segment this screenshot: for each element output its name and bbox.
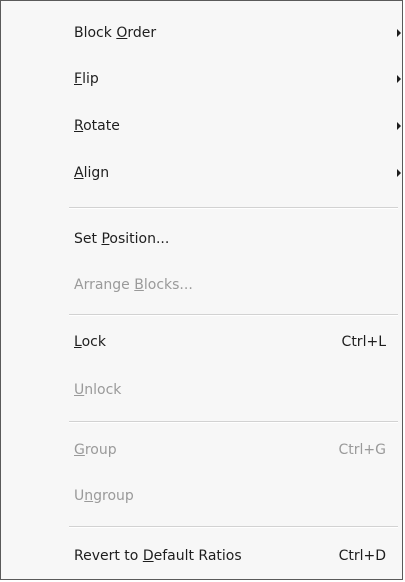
menu-item-label: Arrange Blocks...: [74, 277, 193, 293]
menu-item-flip[interactable]: Flip: [1, 59, 402, 99]
menu-item-label: Lock: [74, 334, 106, 350]
submenu-arrow-icon: [397, 169, 401, 177]
menu-item-shortcut: Ctrl+D: [338, 548, 386, 564]
menu-separator: [69, 526, 398, 528]
menu-item-set-position[interactable]: Set Position...: [1, 219, 402, 259]
menu-item-revert-to-default-ratios[interactable]: Revert to Default Ratios Ctrl+D: [1, 536, 402, 576]
menu-item-label: Revert to Default Ratios: [74, 548, 242, 564]
menu-item-group: Group Ctrl+G: [1, 430, 402, 470]
menu-item-rotate[interactable]: Rotate: [1, 106, 402, 146]
menu-separator: [69, 207, 398, 209]
menu-item-ungroup: Ungroup: [1, 476, 402, 516]
menu-item-block-order[interactable]: Block Order: [1, 13, 402, 53]
menu-item-label: Unlock: [74, 382, 122, 398]
context-menu: Block Order Flip Rotate Align Set Positi…: [0, 0, 403, 580]
menu-item-label: Ungroup: [74, 488, 134, 504]
menu-separator: [69, 314, 398, 316]
submenu-arrow-icon: [397, 29, 401, 37]
menu-item-unlock: Unlock: [1, 370, 402, 410]
menu-separator: [69, 421, 398, 423]
menu-item-label: Align: [74, 165, 110, 181]
menu-item-shortcut: Ctrl+G: [338, 442, 387, 458]
menu-item-label: Set Position...: [74, 231, 170, 247]
menu-item-label: Group: [74, 442, 117, 458]
menu-item-arrange-blocks: Arrange Blocks...: [1, 265, 402, 305]
menu-item-label: Block Order: [74, 25, 157, 41]
submenu-arrow-icon: [397, 122, 401, 130]
submenu-arrow-icon: [397, 75, 401, 83]
menu-item-shortcut: Ctrl+L: [341, 334, 386, 350]
menu-item-align[interactable]: Align: [1, 153, 402, 193]
menu-item-lock[interactable]: Lock Ctrl+L: [1, 322, 402, 362]
menu-item-label: Flip: [74, 71, 99, 87]
menu-item-label: Rotate: [74, 118, 120, 134]
